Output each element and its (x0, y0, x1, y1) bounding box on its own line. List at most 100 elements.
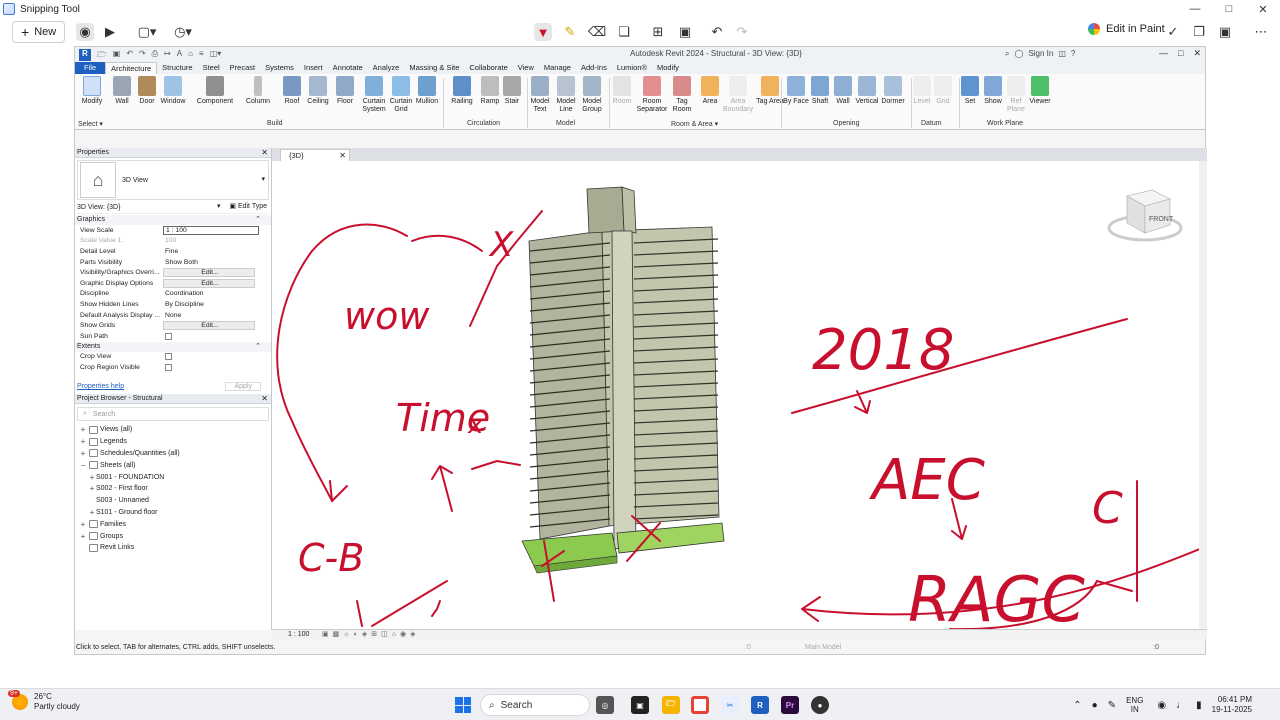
property-value[interactable]: Show Both (163, 259, 271, 266)
expand-icon[interactable]: + (79, 425, 87, 434)
detail-level-icon[interactable]: ▣ (322, 630, 329, 640)
tab-systems[interactable]: Systems (260, 62, 299, 74)
shadows-icon[interactable]: ◐ (354, 630, 358, 640)
language-indicator[interactable]: ENG IN (1126, 696, 1143, 714)
undo-icon[interactable]: ↶ (708, 23, 726, 41)
room-separator-tool[interactable]: Room Separator (635, 76, 669, 114)
category-graphics[interactable]: Graphics ⌃ (75, 215, 271, 225)
property-row[interactable]: Discipline Coordination (75, 289, 271, 300)
premiere-icon[interactable]: Pr (781, 696, 799, 714)
ceiling-tool[interactable]: Ceiling (303, 76, 333, 106)
battery-icon[interactable]: ▮ (1196, 700, 1202, 711)
expand-icon[interactable]: + (79, 437, 87, 446)
visual-style-icon[interactable]: ▩ (333, 630, 340, 640)
property-value[interactable]: None (163, 312, 271, 319)
viewcube[interactable]: FRONT (1107, 189, 1183, 242)
expand-icon[interactable]: − (79, 461, 87, 470)
property-checkbox[interactable] (165, 332, 172, 340)
show-crop-icon[interactable]: ◫ (381, 630, 388, 640)
vertical-scrollbar[interactable] (1199, 161, 1207, 629)
tag-room-tool[interactable]: Tag Room (667, 76, 697, 114)
property-row[interactable]: Graphic Display Options Edit... (75, 278, 271, 289)
pen-menu-icon[interactable]: ✎ (1108, 700, 1116, 711)
app-task-view-icon[interactable]: ▣ (631, 696, 649, 714)
property-row[interactable]: Show Grids Edit... (75, 320, 271, 331)
tree-item[interactable]: + Schedules/Quantities (all) (75, 448, 271, 460)
file-explorer-icon[interactable]: 🗁 (662, 696, 680, 714)
component-tool[interactable]: Component (197, 76, 233, 106)
microphone-icon[interactable]: ● (1092, 700, 1098, 711)
property-checkbox[interactable] (165, 363, 172, 371)
weather-widget[interactable]: 9+ 26°C Partly cloudy (8, 690, 80, 712)
tree-item[interactable]: + Views (all) (75, 424, 271, 436)
maximize-icon[interactable]: □ (1212, 0, 1246, 18)
text-actions-icon[interactable]: ▣ (676, 23, 694, 41)
checkmark-icon[interactable]: ✓ (1164, 23, 1182, 41)
sign-in-area[interactable]: ⌕ ◯ Sign In ◫ ? (1005, 49, 1075, 59)
minimize-icon[interactable]: — (1159, 48, 1168, 59)
crop-view-icon[interactable]: ⊞ (371, 630, 377, 640)
tab-3d-view[interactable]: {3D} ✕ (280, 149, 350, 161)
type-selector[interactable]: ⌂ 3D View ▾ (77, 160, 269, 200)
tab-annotate[interactable]: Annotate (328, 62, 368, 74)
sign-in-link[interactable]: Sign In (1028, 49, 1053, 59)
tab-lumion-[interactable]: Lumion® (612, 62, 652, 74)
property-row[interactable]: Sun Path (75, 331, 271, 342)
save-icon[interactable]: ▣ (1216, 23, 1234, 41)
expand-icon[interactable]: + (88, 473, 96, 482)
taskbar-search[interactable]: ⌕ Search (480, 694, 590, 716)
eraser-icon[interactable]: ⌫ (588, 23, 606, 41)
help-icon[interactable]: ? (1071, 49, 1075, 59)
close-icon[interactable]: ✕ (1193, 48, 1201, 59)
property-value[interactable]: 1 : 100 (163, 225, 259, 235)
snipping-tool-taskbar-icon[interactable]: ✂ (721, 696, 739, 714)
property-row[interactable]: Scale Value 1: 100 (75, 236, 271, 247)
tab-massing-site[interactable]: Massing & Site (404, 62, 464, 74)
curtain-system-tool[interactable]: Curtain System (359, 76, 389, 114)
reveal-hidden-icon[interactable]: ◈ (410, 630, 415, 640)
edit-in-paint-button[interactable]: Edit in Paint (1088, 23, 1165, 35)
start-button[interactable] (455, 697, 471, 713)
property-row[interactable]: Show Hidden Lines By Discipline (75, 299, 271, 310)
shapes-icon[interactable]: ❏ (615, 23, 633, 41)
volume-icon[interactable]: ♩ (1176, 700, 1186, 711)
browser-search-input[interactable]: ⌕ Search (77, 407, 269, 421)
property-row[interactable]: Visibility/Graphics Overri... Edit... (75, 267, 271, 278)
dormer-tool[interactable]: Dormer (878, 76, 908, 106)
network-icon[interactable]: ◉ (1157, 700, 1166, 711)
tree-item[interactable]: + Legends (75, 436, 271, 448)
tab-steel[interactable]: Steel (198, 62, 225, 74)
expand-icon[interactable]: + (88, 484, 96, 493)
edit-button[interactable]: Edit... (163, 268, 255, 278)
area-tool[interactable]: Area (695, 76, 725, 106)
video-icon[interactable]: ▶ (101, 23, 119, 41)
model-group-tool[interactable]: Model Group (577, 76, 607, 114)
tree-item[interactable]: S003 - Unnamed (75, 495, 271, 507)
minimize-icon[interactable]: — (1178, 0, 1212, 18)
timer-icon[interactable]: ◷▾ (174, 23, 192, 41)
tree-item[interactable]: + Groups (75, 530, 271, 542)
tab-insert[interactable]: Insert (299, 62, 328, 74)
stair-tool[interactable]: Stair (497, 76, 527, 106)
restore-icon[interactable]: □ (1178, 48, 1183, 59)
column-tool[interactable]: Column (243, 76, 273, 106)
tab-structure[interactable]: Structure (157, 62, 197, 74)
highlighter-icon[interactable]: ✎ (561, 23, 579, 41)
tab-view[interactable]: View (513, 62, 539, 74)
floor-tool[interactable]: Floor (330, 76, 360, 106)
clock[interactable]: 06:41 PM 19-11-2025 (1212, 695, 1252, 715)
redo-icon[interactable]: ↷ (733, 23, 751, 41)
edit-button[interactable]: Edit... (163, 278, 255, 288)
view-instance-selector[interactable]: 3D View: {3D} ▾ ▣ Edit Type (77, 202, 269, 214)
new-snip-button[interactable]: + New (12, 21, 66, 43)
tab-precast[interactable]: Precast (225, 62, 260, 74)
modify-tool[interactable]: Modify (77, 76, 107, 106)
tree-item[interactable]: + S002 - First floor (75, 483, 271, 495)
chevron-up-icon[interactable]: ⌃ (1073, 700, 1081, 711)
properties-help-link[interactable]: Properties help (75, 383, 124, 390)
window-tool[interactable]: Window (158, 76, 188, 106)
grid-tool[interactable]: Grid (928, 76, 958, 106)
close-icon[interactable]: ✕ (261, 148, 268, 158)
expand-icon[interactable]: + (79, 449, 87, 458)
tree-item[interactable]: + S001 - FOUNDATION (75, 471, 271, 483)
